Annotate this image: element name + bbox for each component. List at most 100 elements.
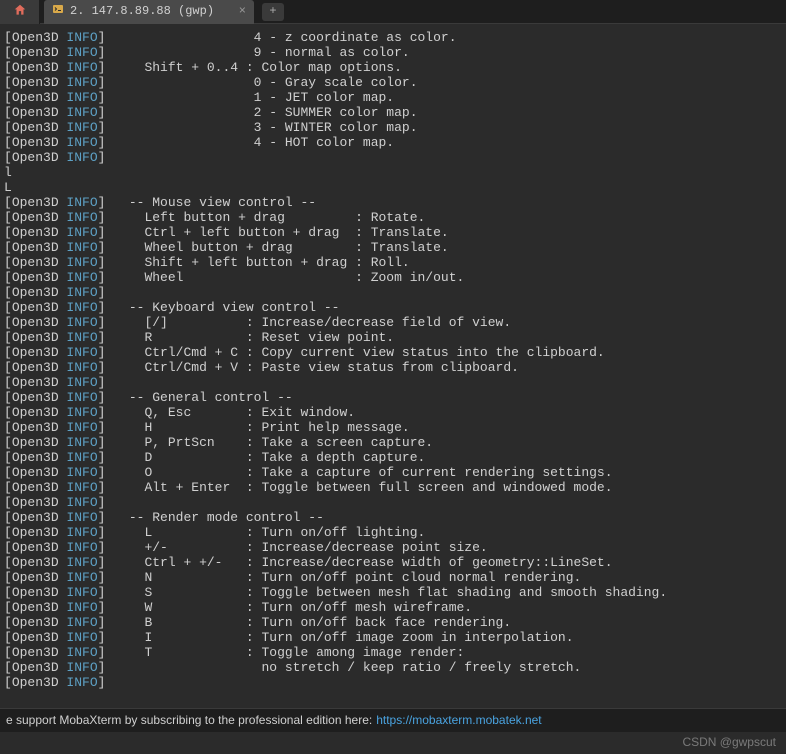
log-message: I : Turn on/off image zoom in interpolat… (113, 630, 573, 645)
terminal-line: [Open3D INFO] Alt + Enter : Toggle betwe… (4, 480, 786, 495)
log-message: Left button + drag : Rotate. (113, 210, 425, 225)
footer-link[interactable]: https://mobaxterm.mobatek.net (376, 713, 541, 728)
log-source: Open3D (12, 465, 67, 480)
new-tab-button[interactable]: + (262, 3, 284, 21)
bracket: ] (98, 30, 114, 45)
terminal-line: [Open3D INFO] Left button + drag : Rotat… (4, 210, 786, 225)
bracket: ] (98, 135, 114, 150)
bracket: [ (4, 615, 12, 630)
bracket: ] (98, 660, 114, 675)
log-level: INFO (66, 330, 97, 345)
bracket: ] (98, 450, 114, 465)
log-level: INFO (66, 345, 97, 360)
log-level: INFO (66, 615, 97, 630)
tab-title: 2. 147.8.89.88 (gwp) (70, 4, 214, 19)
bracket: [ (4, 435, 12, 450)
home-tab[interactable] (0, 0, 40, 24)
log-level: INFO (66, 255, 97, 270)
log-source: Open3D (12, 75, 67, 90)
bracket: [ (4, 210, 12, 225)
bracket: ] (98, 645, 114, 660)
bracket: ] (98, 585, 114, 600)
log-message: N : Turn on/off point cloud normal rende… (113, 570, 581, 585)
log-message: L (4, 180, 12, 195)
log-level: INFO (66, 225, 97, 240)
bracket: ] (98, 570, 114, 585)
log-message: -- Render mode control -- (113, 510, 324, 525)
bracket: ] (98, 465, 114, 480)
terminal-line: [Open3D INFO] -- General control -- (4, 390, 786, 405)
log-source: Open3D (12, 540, 67, 555)
terminal-line: [Open3D INFO] Ctrl + left button + drag … (4, 225, 786, 240)
log-message: Ctrl + +/- : Increase/decrease width of … (113, 555, 612, 570)
close-icon[interactable]: × (239, 4, 246, 19)
bracket: [ (4, 675, 12, 690)
terminal-line: [Open3D INFO] (4, 285, 786, 300)
bracket: ] (98, 150, 114, 165)
log-source: Open3D (12, 555, 67, 570)
terminal-line: [Open3D INFO] no stretch / keep ratio / … (4, 660, 786, 675)
log-source: Open3D (12, 315, 67, 330)
log-message: l (4, 165, 12, 180)
log-source: Open3D (12, 285, 67, 300)
bracket: ] (98, 420, 114, 435)
bracket: [ (4, 525, 12, 540)
log-level: INFO (66, 630, 97, 645)
bracket: ] (98, 210, 114, 225)
bracket: [ (4, 360, 12, 375)
terminal-line: [Open3D INFO] T : Toggle among image ren… (4, 645, 786, 660)
bracket: [ (4, 450, 12, 465)
log-source: Open3D (12, 195, 67, 210)
log-level: INFO (66, 495, 97, 510)
bracket: [ (4, 135, 12, 150)
log-message: Shift + left button + drag : Roll. (113, 255, 409, 270)
log-message: 0 - Gray scale color. (113, 75, 417, 90)
log-source: Open3D (12, 105, 67, 120)
bracket: ] (98, 495, 114, 510)
terminal-icon (52, 3, 64, 21)
log-message: S : Toggle between mesh flat shading and… (113, 585, 667, 600)
log-source: Open3D (12, 675, 67, 690)
bracket: ] (98, 45, 114, 60)
terminal-output[interactable]: [Open3D INFO] 4 - z coordinate as color.… (0, 24, 786, 724)
log-message: Wheel : Zoom in/out. (113, 270, 464, 285)
terminal-line: [Open3D INFO] -- Keyboard view control -… (4, 300, 786, 315)
bracket: [ (4, 510, 12, 525)
terminal-line: L (4, 180, 786, 195)
terminal-line: [Open3D INFO] (4, 495, 786, 510)
log-level: INFO (66, 405, 97, 420)
log-source: Open3D (12, 225, 67, 240)
log-source: Open3D (12, 600, 67, 615)
bracket: ] (98, 315, 114, 330)
log-level: INFO (66, 105, 97, 120)
bracket: [ (4, 195, 12, 210)
log-source: Open3D (12, 480, 67, 495)
log-level: INFO (66, 375, 97, 390)
log-source: Open3D (12, 405, 67, 420)
terminal-line: [Open3D INFO] 1 - JET color map. (4, 90, 786, 105)
log-message: T : Toggle among image render: (113, 645, 464, 660)
session-tab[interactable]: 2. 147.8.89.88 (gwp) × (44, 0, 254, 24)
log-source: Open3D (12, 510, 67, 525)
terminal-line: [Open3D INFO] Shift + 0..4 : Color map o… (4, 60, 786, 75)
bracket: [ (4, 345, 12, 360)
log-message: Alt + Enter : Toggle between full screen… (113, 480, 612, 495)
log-level: INFO (66, 660, 97, 675)
bracket: ] (98, 60, 114, 75)
bracket: ] (98, 600, 114, 615)
log-level: INFO (66, 360, 97, 375)
bracket: [ (4, 75, 12, 90)
bracket: ] (98, 345, 114, 360)
home-icon (13, 3, 27, 21)
bracket: [ (4, 585, 12, 600)
log-message: L : Turn on/off lighting. (113, 525, 425, 540)
terminal-line: [Open3D INFO] [/] : Increase/decrease fi… (4, 315, 786, 330)
bracket: [ (4, 30, 12, 45)
terminal-line: [Open3D INFO] Q, Esc : Exit window. (4, 405, 786, 420)
terminal-line: [Open3D INFO] S : Toggle between mesh fl… (4, 585, 786, 600)
log-level: INFO (66, 585, 97, 600)
log-source: Open3D (12, 495, 67, 510)
log-source: Open3D (12, 375, 67, 390)
log-level: INFO (66, 270, 97, 285)
log-source: Open3D (12, 60, 67, 75)
